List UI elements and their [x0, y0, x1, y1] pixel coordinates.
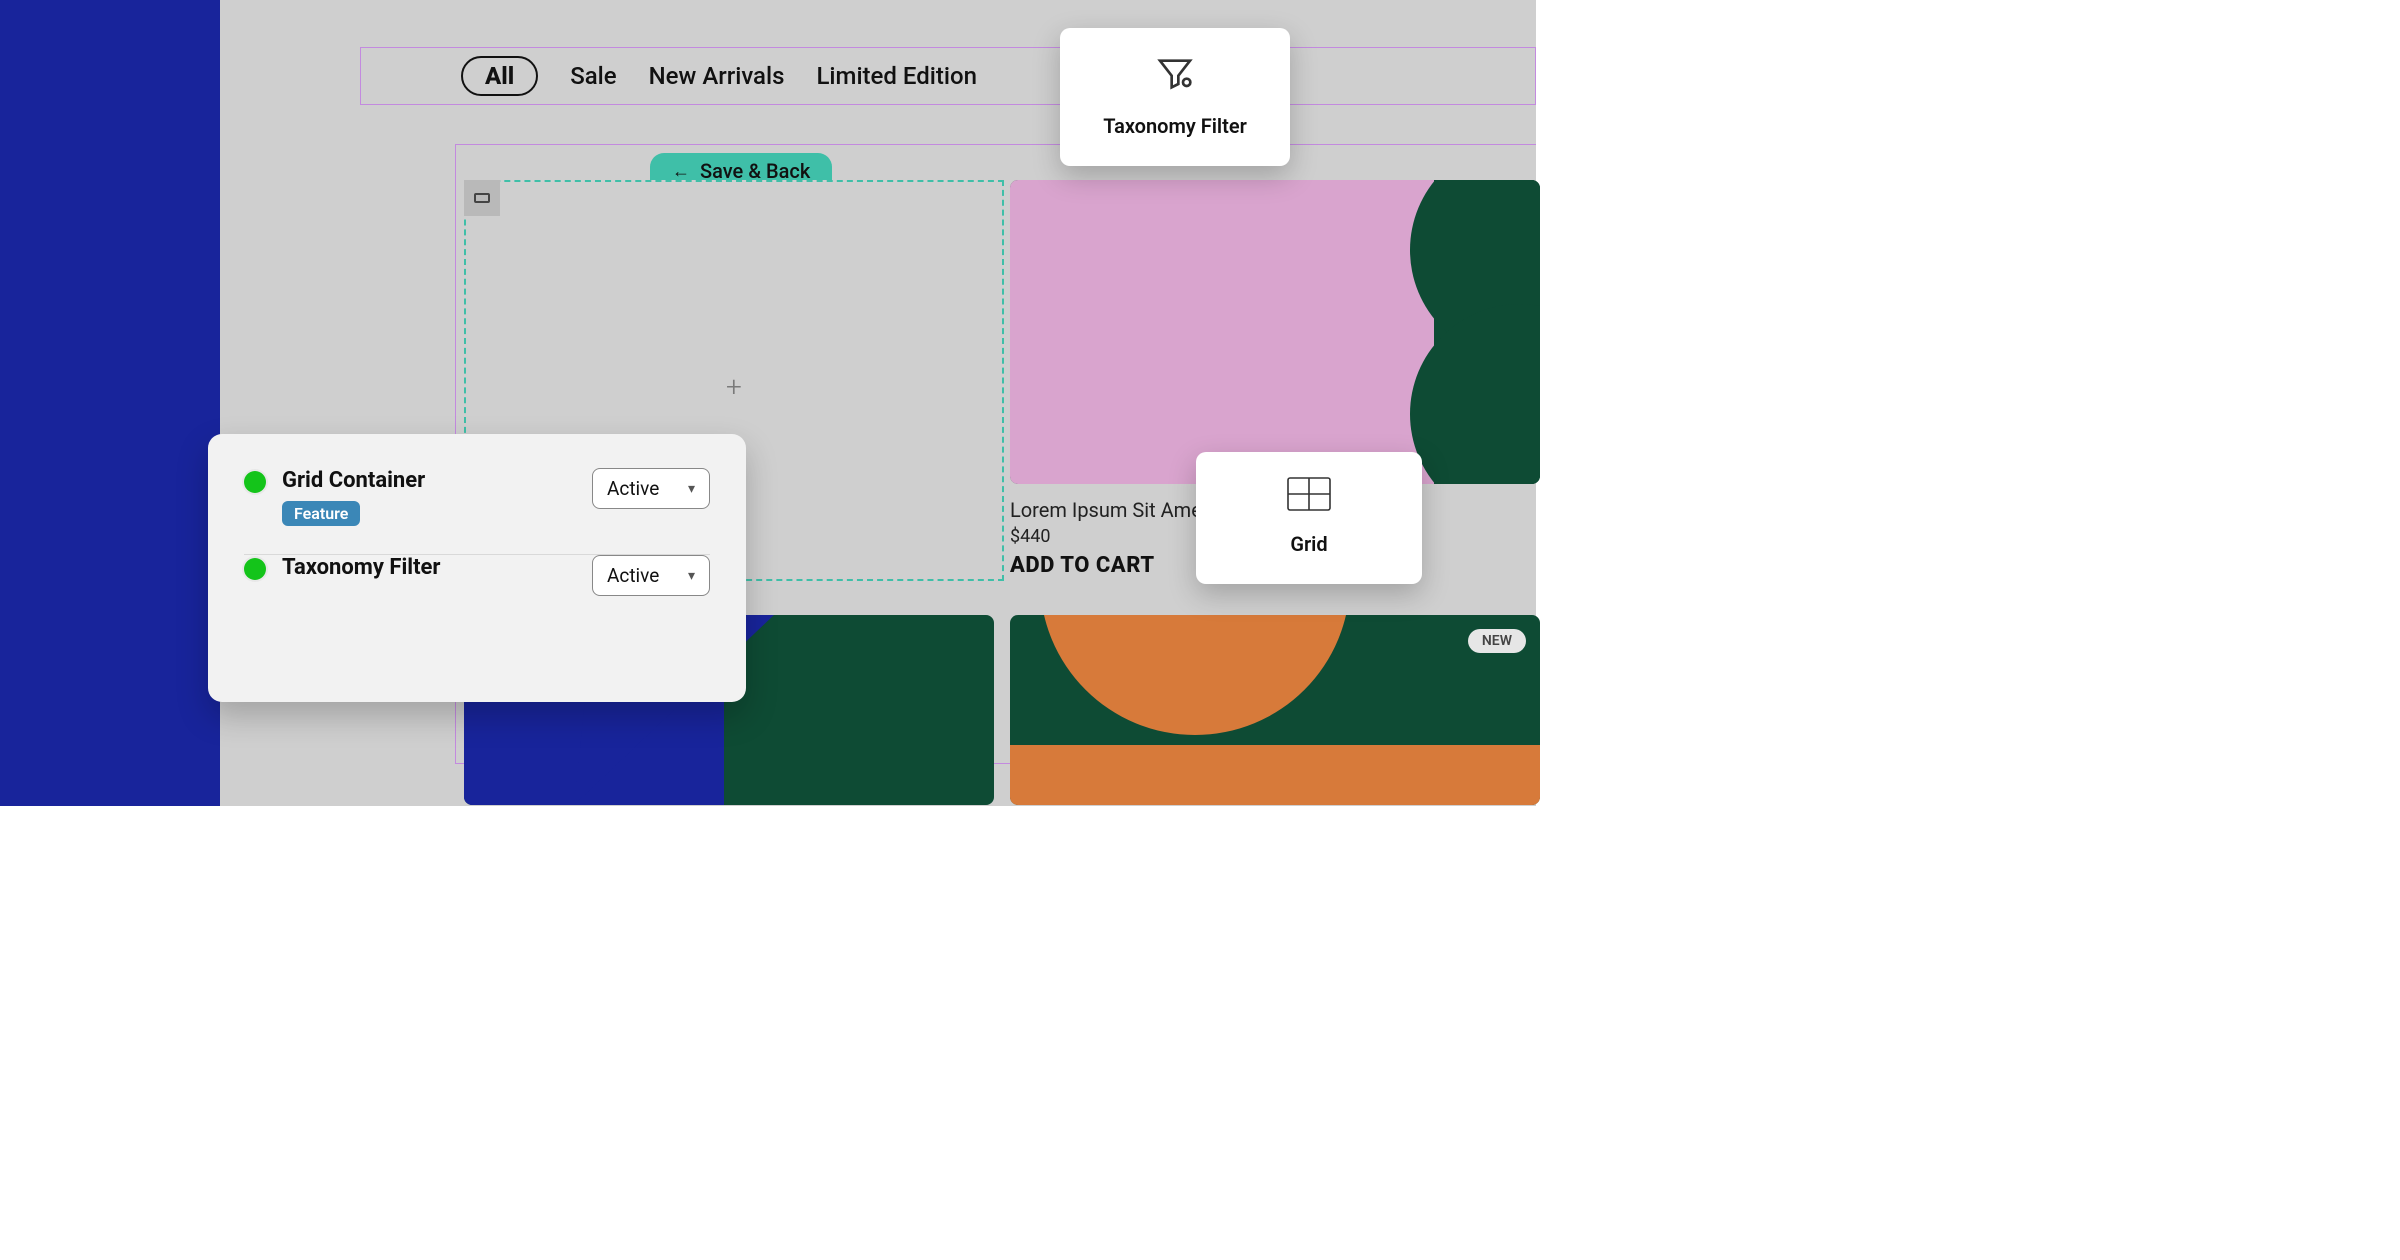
product-tile[interactable]: NEW: [1010, 615, 1540, 805]
select-value: Active: [607, 564, 659, 587]
taxonomy-filter-label: Taxonomy Filter: [1060, 114, 1290, 138]
status-dot-icon: [244, 471, 266, 493]
new-badge: NEW: [1468, 629, 1526, 653]
grid-popover[interactable]: Grid: [1196, 452, 1422, 584]
settings-row-grid-container: Grid Container Feature Active ▾: [244, 468, 710, 526]
grid-container-title: Grid Container: [282, 468, 425, 493]
filter-limited-edition[interactable]: Limited Edition: [816, 62, 977, 90]
select-value: Active: [607, 477, 659, 500]
container-handle-icon[interactable]: [464, 180, 500, 216]
taxonomy-filter-state-select[interactable]: Active ▾: [592, 555, 710, 596]
block-settings-panel: Grid Container Feature Active ▾ Taxonomy…: [208, 434, 746, 702]
feature-badge: Feature: [282, 501, 360, 526]
filter-all-pill[interactable]: All: [461, 56, 538, 96]
grid-container-state-select[interactable]: Active ▾: [592, 468, 710, 509]
filter-sale[interactable]: Sale: [570, 62, 616, 90]
grid-icon: [1286, 476, 1332, 512]
decorative-left-stripe: [0, 0, 220, 806]
taxonomy-filter-title: Taxonomy Filter: [282, 555, 441, 580]
chevron-down-icon: ▾: [688, 481, 695, 497]
taxonomy-filter-popover[interactable]: Taxonomy Filter: [1060, 28, 1290, 166]
status-dot-icon: [244, 558, 266, 580]
add-content-icon[interactable]: +: [726, 370, 742, 403]
chevron-down-icon: ▾: [688, 568, 695, 584]
grid-label: Grid: [1196, 532, 1422, 556]
product-image: [1010, 180, 1540, 484]
arrow-left-icon: ←: [672, 161, 690, 182]
settings-row-taxonomy-filter: Taxonomy Filter Active ▾: [244, 555, 710, 596]
filter-icon: [1155, 54, 1195, 94]
filter-nav-row: All Sale New Arrivals Limited Edition: [360, 47, 1536, 105]
filter-new-arrivals[interactable]: New Arrivals: [649, 62, 785, 90]
